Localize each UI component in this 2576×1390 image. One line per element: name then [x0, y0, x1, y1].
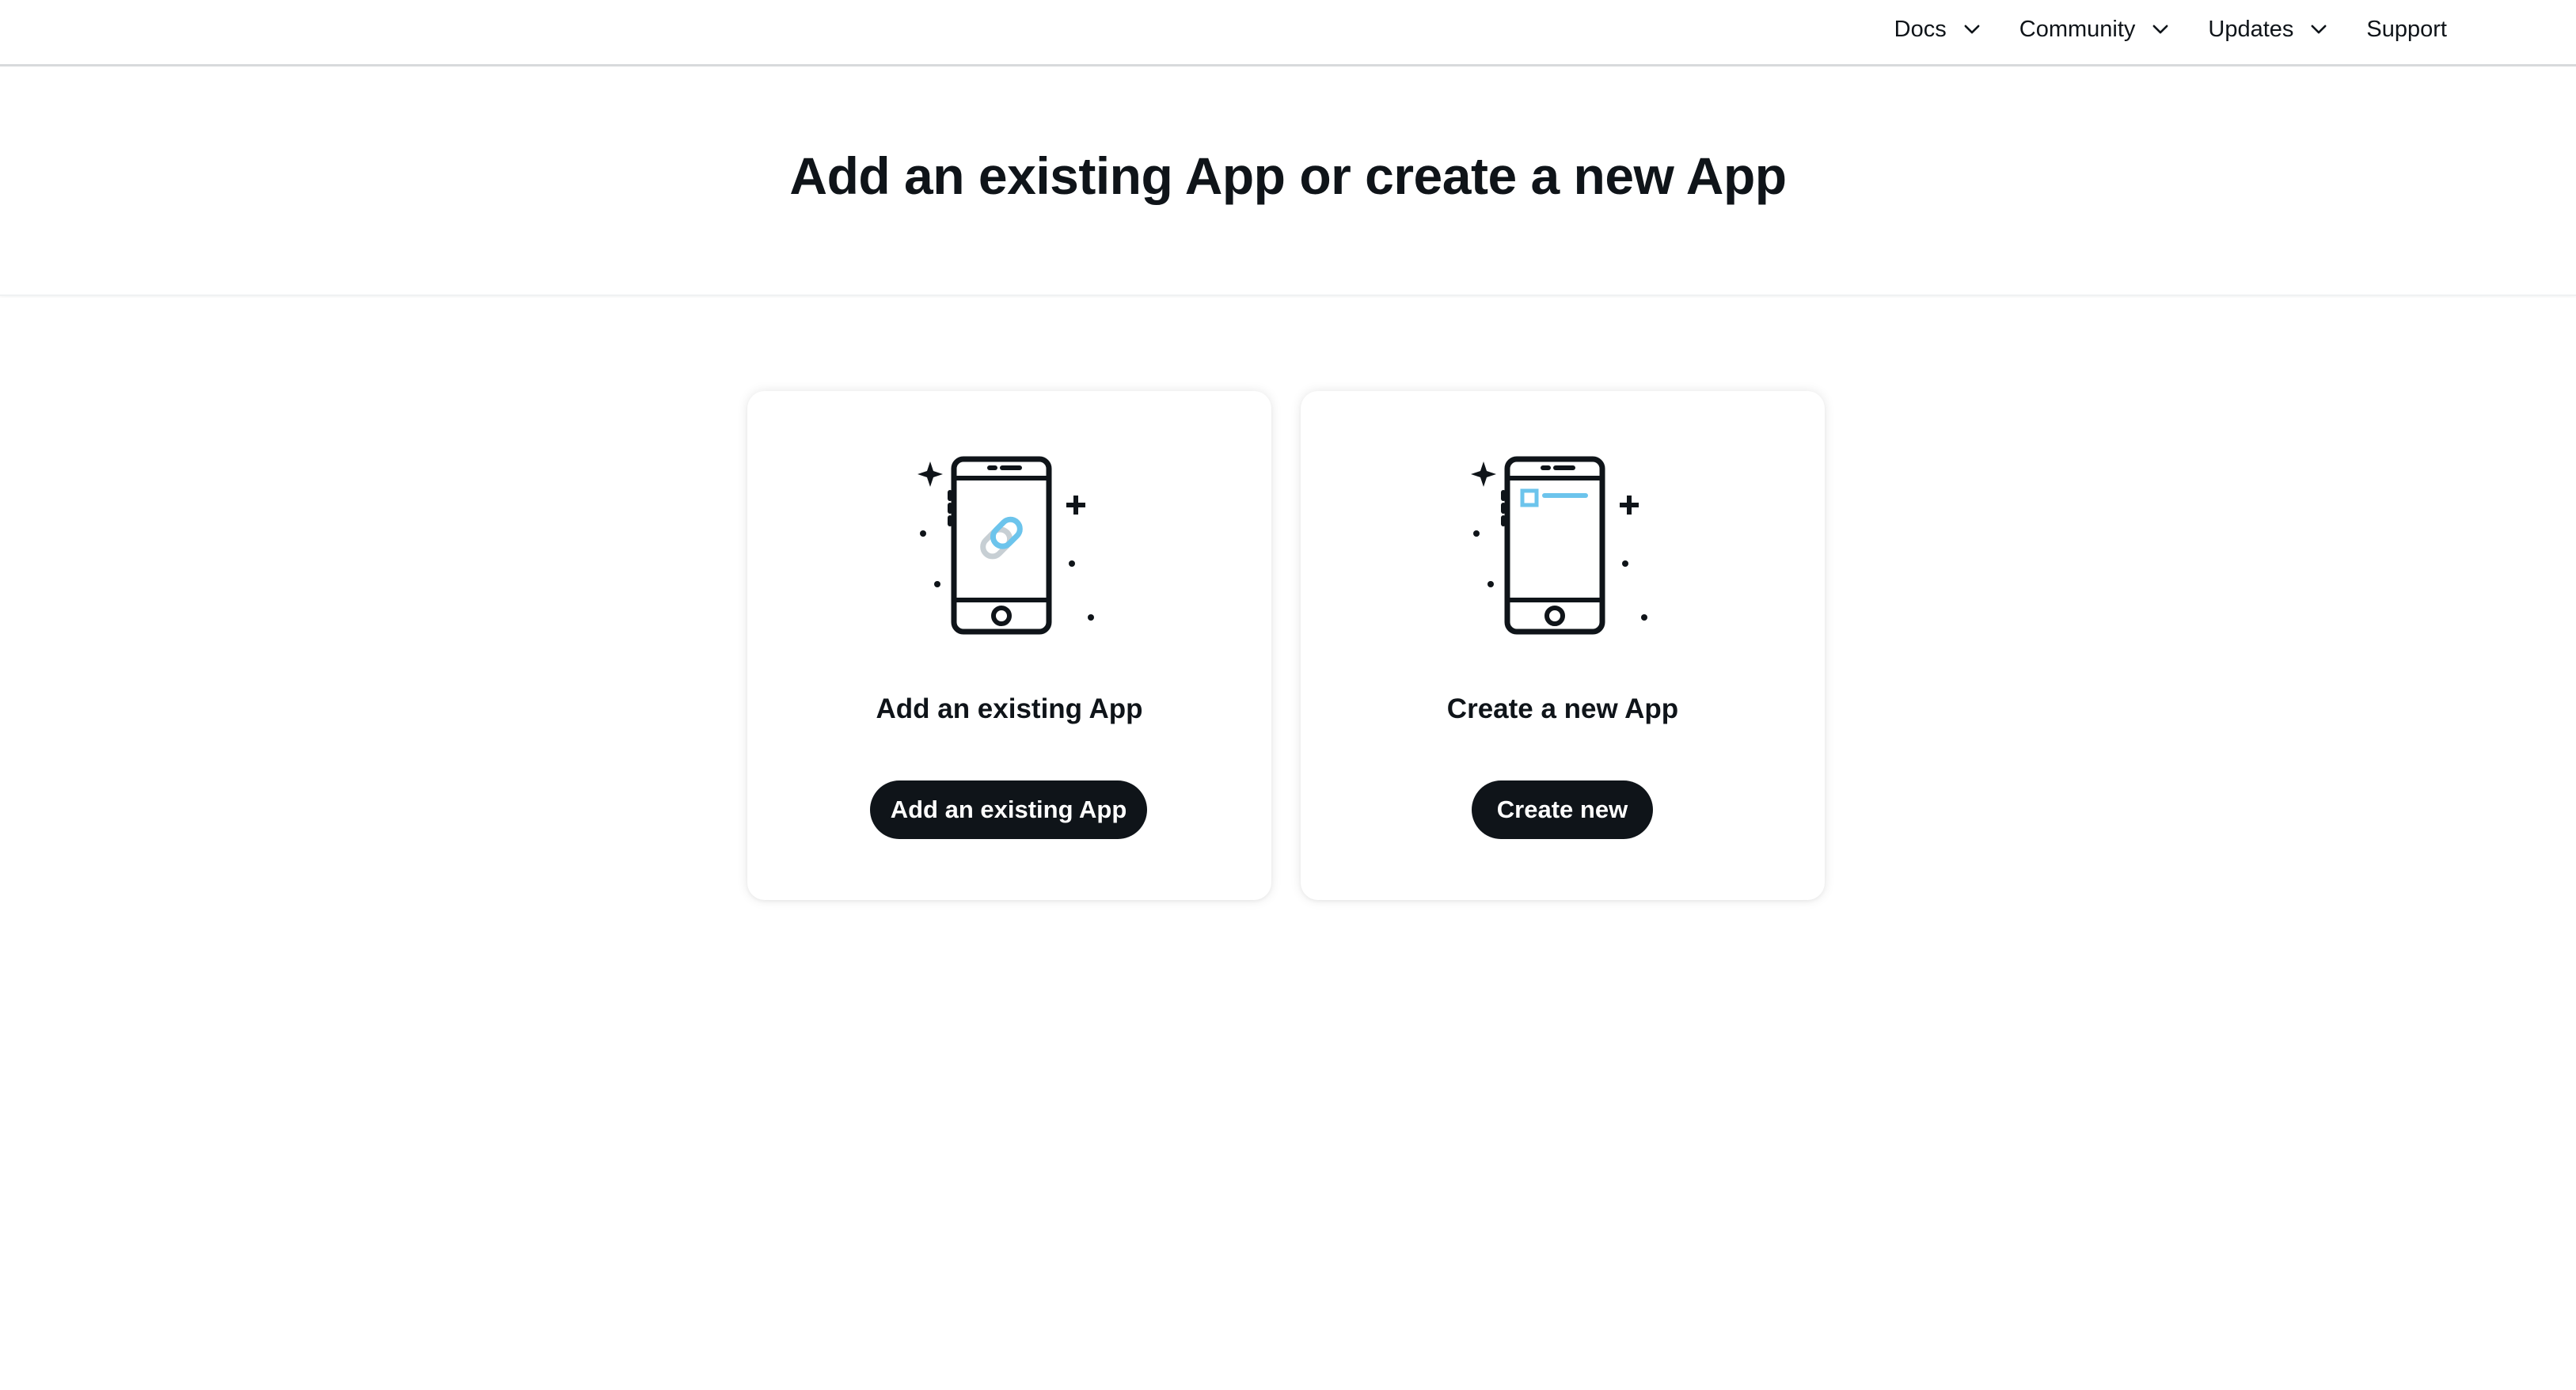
- add-existing-app-card: Add an existing App Add an existing App: [747, 391, 1271, 900]
- create-new-app-card: Create a new App Create new: [1301, 391, 1825, 900]
- nav-item-label: Support: [2366, 16, 2447, 42]
- top-navigation: Docs Community Updates Support: [0, 0, 2576, 66]
- main-content: [0, 298, 2576, 1390]
- nav-item-label: Updates: [2208, 16, 2294, 42]
- card-title: Add an existing App: [876, 693, 1143, 724]
- nav-item-label: Community: [2019, 16, 2136, 42]
- card-title: Create a new App: [1446, 693, 1679, 724]
- nav-item-updates[interactable]: Updates: [2208, 17, 2330, 43]
- nav-item-label: Docs: [1894, 16, 1947, 42]
- nav-item-community[interactable]: Community: [2019, 17, 2172, 43]
- nav-item-docs[interactable]: Docs: [1894, 17, 1983, 43]
- phone-link-icon: [918, 456, 1094, 635]
- create-new-button[interactable]: Create new: [1472, 780, 1653, 839]
- page-title: Add an existing App or create a new App: [789, 146, 1787, 205]
- chevron-down-icon: [1964, 25, 1980, 34]
- page-header: Add an existing App or create a new App: [0, 66, 2576, 296]
- nav-menu: Docs Community Updates Support: [1894, 0, 2447, 59]
- phone-new-app-icon: [1471, 456, 1647, 635]
- chevron-down-icon: [2152, 25, 2168, 34]
- chevron-down-icon: [2311, 25, 2327, 34]
- nav-item-support[interactable]: Support: [2366, 17, 2447, 43]
- add-existing-app-button[interactable]: Add an existing App: [870, 780, 1147, 839]
